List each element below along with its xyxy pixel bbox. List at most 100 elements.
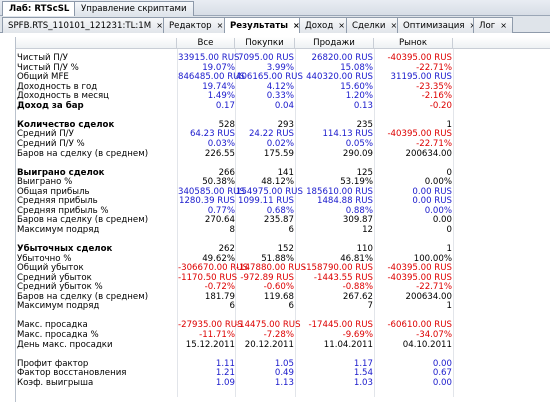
row-label: Баров на сделку (в среднем)	[17, 215, 149, 226]
cell-buys: -0.60%	[263, 282, 294, 293]
cell-sells: -9.69%	[342, 330, 373, 340]
window-tab-scripts[interactable]: Управление скриптами	[74, 1, 194, 16]
cell-buys: 0.33%	[266, 91, 294, 102]
column-header-all[interactable]: Все	[177, 38, 235, 49]
table-row	[16, 158, 550, 168]
row-label: Средний П/У	[17, 129, 74, 140]
window-tab-label: Управление скриптами	[81, 4, 187, 14]
row-label: Макс. просадка %	[17, 330, 99, 340]
cell-sells: -1443.55 RUS	[313, 272, 373, 283]
cell-sells: 15.60%	[340, 81, 373, 92]
table-row: Баров на сделку (в среднем) 226.55 175.59 2…	[16, 149, 550, 159]
cell-sells: 125	[356, 167, 373, 178]
close-icon[interactable]: ×	[156, 21, 163, 30]
cell-all: 8	[229, 224, 235, 235]
cell-all: -27935.00 RUS	[178, 320, 243, 331]
tab-log[interactable]: Лог ×	[473, 17, 513, 33]
cell-sells: 26820.00 RUS	[311, 53, 373, 63]
cell-buys: -147880.00 RUS	[236, 263, 307, 274]
table-row: День макс. просадки 15.12.2011 20.12.2011 1…	[16, 340, 550, 350]
cell-buys: 406165.00 RUS	[236, 72, 303, 83]
cell-buys: 0.49	[274, 368, 294, 379]
tab-optimization[interactable]: Оптимизация×	[397, 17, 483, 33]
column-header-metric[interactable]	[16, 38, 177, 49]
cell-buys: 154975.00 RUS	[236, 186, 303, 197]
close-icon[interactable]: ×	[500, 21, 507, 30]
row-label: Баров на сделку (в среднем)	[17, 148, 149, 159]
cell-market: 0	[446, 224, 452, 235]
cell-sells: 53.19%	[340, 177, 373, 188]
cell-all: 1.11	[215, 358, 235, 369]
cell-all: 1.21	[215, 368, 235, 379]
row-label: Макс. просадка	[17, 320, 88, 331]
cell-buys: 119.68	[263, 291, 294, 302]
cell-sells: 1.03	[353, 377, 373, 388]
cell-sells: 0.88%	[345, 205, 373, 216]
cell-market: -22.71%	[416, 139, 452, 149]
cell-buys: 4.12%	[266, 81, 294, 92]
cell-market: -2.16%	[421, 91, 452, 102]
cell-all: 50.38%	[202, 177, 235, 188]
tab-label: Лог	[479, 21, 496, 31]
row-label: Максимум подряд	[17, 301, 100, 312]
cell-sells: 290.09	[342, 148, 373, 159]
cell-market: -40395.00 RUS	[387, 129, 452, 140]
results-table[interactable]: Все Покупки Продажи Рынок Чистый П/У 3391…	[15, 37, 550, 402]
cell-all: 0.77%	[207, 205, 235, 216]
row-label: Средняя прибыль %	[17, 205, 109, 216]
cell-buys: 48.12%	[261, 177, 294, 188]
row-label: Количество сделок	[17, 119, 115, 130]
tab-editor[interactable]: Редактор ×	[163, 17, 230, 33]
cell-sells: 185610.00 RUS	[306, 186, 373, 197]
cell-sells: 15.08%	[340, 62, 373, 73]
cell-buys: 141	[277, 167, 294, 178]
row-label: Профит фактор	[17, 358, 89, 369]
cell-all: 6	[229, 301, 235, 312]
tab-symbol-chart[interactable]: SPFB.RTS_110101_121231:TL:1M ×	[2, 17, 169, 33]
row-label: Фактор восстановления	[17, 368, 127, 379]
row-label: День макс. просадки	[17, 339, 113, 350]
table-row: Максимум подряд 6 6 7 1	[16, 301, 550, 311]
row-label: Доходность в месяц	[17, 91, 109, 102]
table-row: Баров на сделку (в среднем) 181.79 119.68 2…	[16, 292, 550, 302]
table-row: Средний убыток -1170.50 RUS -972.89 RUS -14…	[16, 273, 550, 283]
row-label: Чистый П/У	[17, 53, 68, 63]
cell-market: 04.10.2011	[402, 339, 452, 350]
close-icon[interactable]: ×	[217, 21, 224, 30]
cell-sells: 46.81%	[340, 253, 373, 264]
table-row: Доходность в месяц 1.49% 0.33% 1.20% -2.16%	[16, 91, 550, 101]
cell-all: 19.07%	[202, 62, 235, 73]
cell-buys: 0.02%	[266, 139, 294, 149]
table-row: Средний П/У 64.23 RUS 24.22 RUS 114.13 RUS -…	[16, 129, 550, 139]
cell-buys: 6	[288, 301, 294, 312]
tab-results[interactable]: Результаты ×	[224, 17, 306, 34]
table-row: Макс. просадка % -11.71% -7.28% -9.69% -34.0…	[16, 330, 550, 340]
cell-market: 0.00 RUS	[412, 186, 452, 197]
row-label: Баров на сделку (в среднем)	[17, 291, 149, 302]
cell-all: 226.55	[204, 148, 235, 159]
row-label: Доход за бар	[17, 100, 84, 111]
close-icon[interactable]: ×	[338, 21, 345, 30]
cell-market: -40395.00 RUS	[387, 53, 452, 63]
cell-market: 31195.00 RUS	[390, 72, 452, 83]
row-label: Средний убыток	[17, 272, 92, 283]
cell-all: 181.79	[204, 291, 235, 302]
column-header-sells[interactable]: Продажи	[295, 38, 374, 49]
table-row: Количество сделок 528 293 235 1	[16, 120, 550, 130]
cell-sells: 12	[362, 224, 373, 235]
cell-buys: 0.04	[274, 100, 294, 111]
cell-all: 49.62%	[202, 253, 235, 264]
cell-buys: 235.87	[263, 215, 294, 226]
cell-market: -0.20	[429, 100, 452, 111]
cell-buys: 175.59	[263, 148, 294, 159]
tab-income[interactable]: Доход ×	[299, 17, 351, 33]
table-row: Максимум подряд 8 6 12 0	[16, 225, 550, 235]
cell-all: -306670.00 RUS	[178, 263, 249, 274]
column-header-buys[interactable]: Покупки	[235, 38, 295, 49]
cell-all: -0.72%	[204, 282, 235, 293]
cell-all: 528	[218, 119, 235, 130]
table-row: Баров на сделку (в среднем) 270.64 235.87 3…	[16, 215, 550, 225]
column-header-market[interactable]: Рынок	[374, 38, 453, 49]
tab-trades[interactable]: Сделки ×	[346, 17, 404, 33]
table-row: Убыточно % 49.62% 51.88% 46.81% 100.00%	[16, 254, 550, 264]
